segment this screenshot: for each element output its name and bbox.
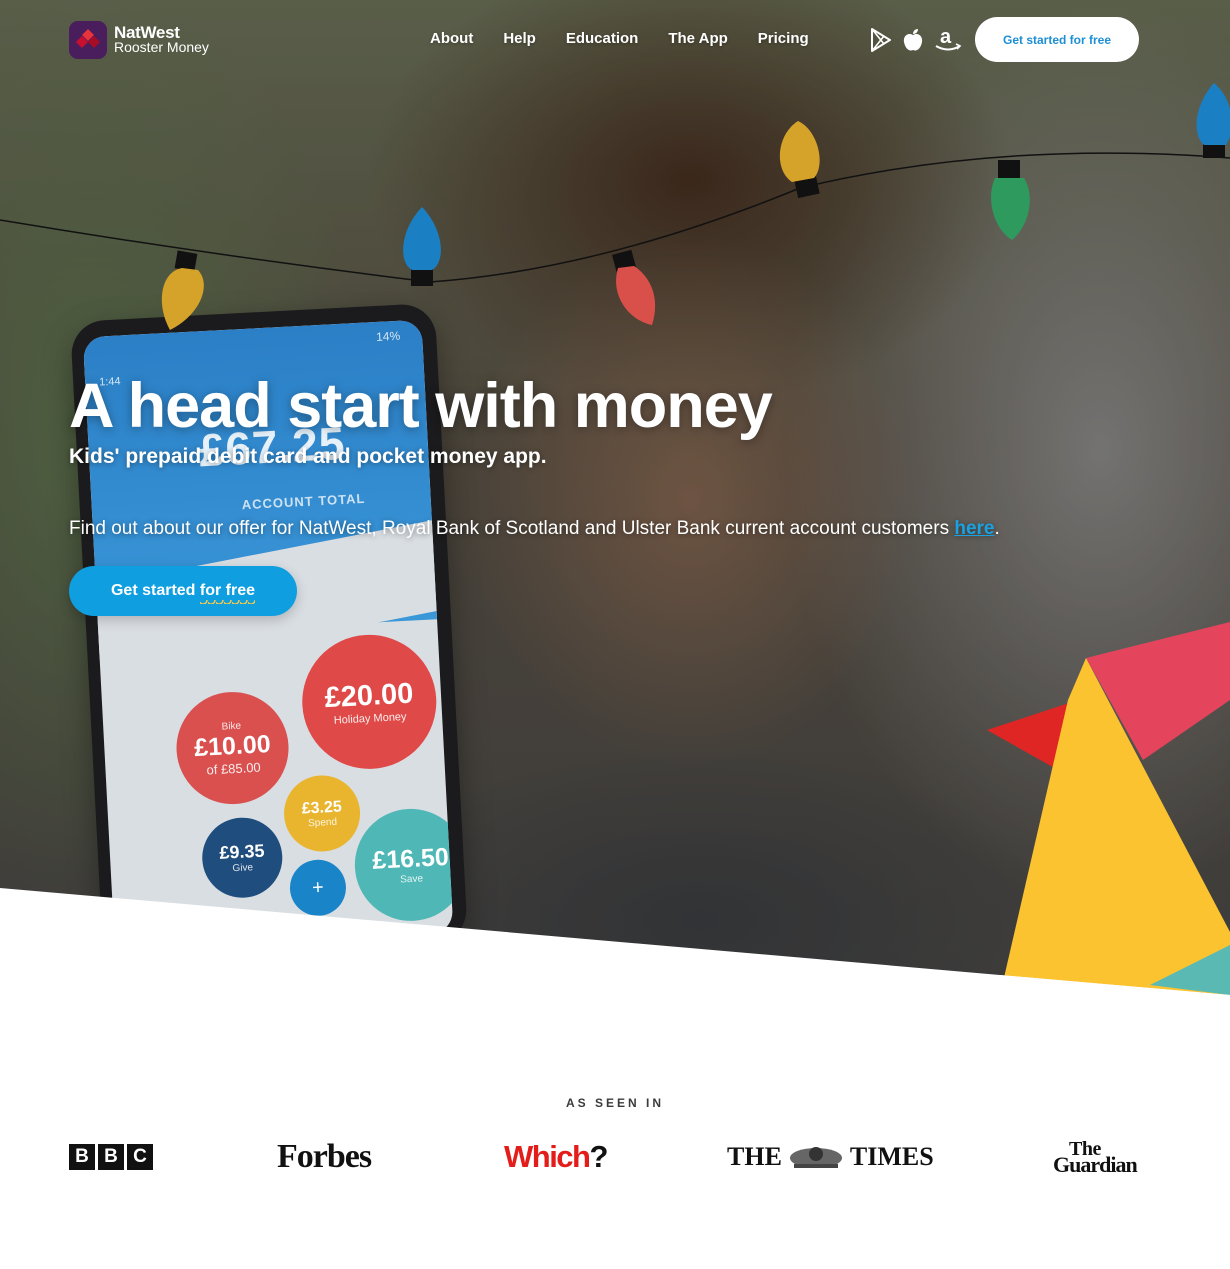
- hero-bottom-shapes: [0, 622, 1230, 995]
- forbes-logo: Forbes: [277, 1138, 372, 1175]
- the-guardian-logo: The Guardian: [1053, 1138, 1138, 1177]
- the-times-logo: THE TIMES: [727, 1142, 934, 1171]
- bbc-logo: BBC: [69, 1137, 156, 1177]
- hero-section: 14% 1:44 £67.25 ACCOUNT TOTAL Bike £10.0…: [0, 0, 1230, 995]
- which-logo: Which?: [504, 1139, 608, 1174]
- as-seen-in-heading: AS SEEN IN: [565, 1096, 664, 1110]
- crest-icon: [789, 1147, 842, 1168]
